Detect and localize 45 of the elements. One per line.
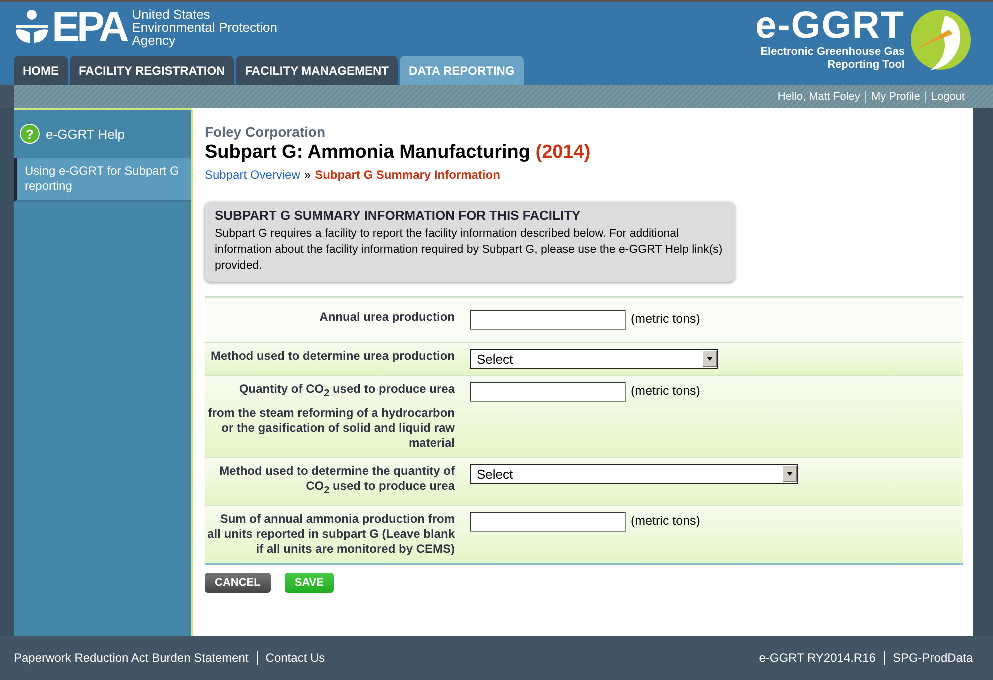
breadcrumb-link[interactable]: Subpart Overview bbox=[205, 168, 300, 182]
field-label: Quantity of CO$_{2}$ used to produce urea bbox=[238, 382, 455, 402]
select-dropdown[interactable]: Select bbox=[470, 464, 798, 484]
greeting-text: Hello, Matt Foley bbox=[778, 90, 860, 102]
input-field[interactable] bbox=[470, 310, 626, 330]
help-icon: ? bbox=[20, 124, 40, 144]
agency-name: Environmental Protection bbox=[132, 20, 278, 34]
footer-link[interactable]: Contact Us bbox=[266, 651, 326, 665]
input-field[interactable] bbox=[470, 382, 626, 402]
nav-tab[interactable]: FACILITY MANAGEMENT bbox=[236, 56, 398, 85]
breadcrumb-current: Subpart G Summary Information bbox=[315, 168, 500, 182]
field-label: Annual urea production bbox=[318, 310, 455, 325]
agency-name: Agency bbox=[132, 34, 177, 46]
app-logo-text: e-GGRT bbox=[755, 6, 905, 46]
company-name: Foley Corporation bbox=[205, 124, 327, 140]
unit-label: (metric tons) bbox=[631, 514, 700, 528]
year-text: (2014) bbox=[536, 142, 591, 163]
nav-tab[interactable]: HOME bbox=[14, 56, 68, 85]
breadcrumb-separator: » bbox=[304, 168, 312, 182]
footer-text: SPG-ProdData bbox=[892, 651, 973, 665]
dropdown-arrow-icon bbox=[703, 351, 717, 367]
help-label: e-GGRT Help bbox=[46, 126, 125, 142]
field-label: Method used to determine urea production bbox=[210, 349, 455, 364]
app-name: Electronic Greenhouse Gas bbox=[760, 46, 905, 59]
footer-text: e-GGRT RY2014.R16 bbox=[759, 651, 876, 665]
dropdown-arrow-icon bbox=[783, 466, 797, 482]
unit-label: (metric tons) bbox=[631, 312, 700, 326]
input-field[interactable] bbox=[470, 512, 626, 532]
nav-tab[interactable]: FACILITY REGISTRATION bbox=[70, 56, 234, 85]
footer-link[interactable]: Paperwork Reduction Act Burden Statement bbox=[14, 651, 249, 665]
info-heading: SUBPART G SUMMARY INFORMATION FOR THIS FACILITY bbox=[215, 208, 582, 223]
flower-logo-icon bbox=[14, 9, 50, 45]
agency-name: United States bbox=[132, 8, 212, 20]
select-dropdown[interactable]: Select bbox=[470, 349, 718, 369]
agency-logo-text: EPA bbox=[52, 6, 126, 48]
info-text: Subpart G requires a facility to report the facility information described below. For additional information about the facility information required by Subpart G, please use the e-GGRT Help link(s) provided. bbox=[215, 227, 724, 274]
help-link[interactable]: ? e-GGRT Help bbox=[14, 110, 191, 158]
field-note: from the steam reforming of a hydrocarbon or the gasification of solid and liquid raw material bbox=[207, 406, 455, 452]
field-label: Sum of annual ammonia production from all units reported in subpart G (Leave blank if all units are monitored by CEMS) bbox=[206, 512, 455, 557]
user-link[interactable]: My Profile bbox=[865, 90, 920, 102]
unit-label: (metric tons) bbox=[631, 384, 700, 398]
field-label: Method used to determine the quantity of CO$_{2}$ used to produce urea bbox=[218, 464, 455, 499]
page-title: Subpart G: Ammonia Manufacturing bbox=[205, 142, 530, 163]
action-button[interactable]: CANCEL bbox=[205, 572, 271, 593]
app-name: Reporting Tool bbox=[828, 59, 905, 72]
